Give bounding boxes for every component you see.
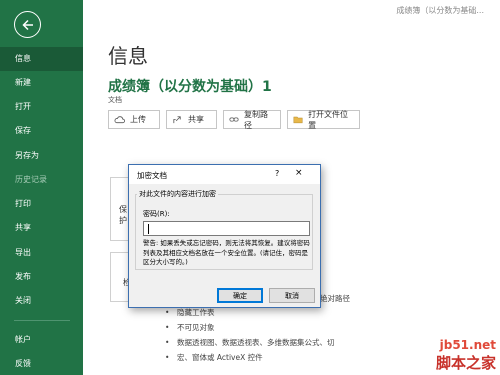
sidebar-item-share[interactable]: 共享 <box>0 216 83 240</box>
sidebar-item-print[interactable]: 打印 <box>0 192 83 216</box>
dialog-title: 加密文档 <box>137 171 167 180</box>
sidebar-item-save-as[interactable]: 另存为 <box>0 144 83 168</box>
ok-button[interactable]: 确定 <box>217 288 263 303</box>
upload-label: 上传 <box>130 115 146 124</box>
open-file-location-label: 打开文件位置 <box>308 109 349 130</box>
document-title: 成绩簿（以分数为基础）1 <box>108 79 272 95</box>
copy-path-button[interactable]: 复制路径 <box>223 109 281 130</box>
share-icon <box>173 116 181 124</box>
watermark-url: jb51.net <box>439 338 496 352</box>
info-toolbar: 上传 共享 复制路径 打开文件位置 <box>108 109 360 130</box>
sidebar-divider <box>14 320 70 321</box>
sidebar-item-account[interactable]: 帐户 <box>0 328 83 352</box>
text-caret <box>148 224 149 234</box>
sidebar-item-history[interactable]: 历史记录 <box>0 168 83 192</box>
sidebar-item-save[interactable]: 保存 <box>0 119 83 143</box>
sidebar-item-close[interactable]: 关闭 <box>0 289 83 313</box>
upload-button[interactable]: 上传 <box>108 110 160 129</box>
share-label: 共享 <box>188 115 204 124</box>
folder-icon <box>293 116 303 124</box>
cancel-button[interactable]: 取消 <box>269 288 315 303</box>
password-warning-text: 警告: 如果丢失或忘记密码，则无法将其恢复。建议将密码列表及其相应文档名放在一个… <box>143 239 310 266</box>
close-icon[interactable]: × <box>295 168 303 178</box>
sidebar-item-new[interactable]: 新建 <box>0 71 83 95</box>
sidebar-item-export[interactable]: 导出 <box>0 241 83 265</box>
cloud-upload-icon <box>114 116 125 124</box>
sidebar-item-feedback[interactable]: 反馈 <box>0 352 83 375</box>
backstage-sidebar: 信息 新建 打开 保存 另存为 历史记录 打印 共享 导出 发布 关闭 帐户 反… <box>0 0 83 375</box>
back-arrow-icon[interactable] <box>14 11 41 38</box>
page-title: 信息 <box>108 44 148 68</box>
watermark-brand: 脚本之家 <box>435 354 496 372</box>
site-watermark: jb51.net 脚本之家 <box>436 338 496 373</box>
encrypt-document-dialog: 加密文档 ? × 对此文件的内容进行加密 密码(R): 警告: 如果丢失或忘记密… <box>128 164 321 308</box>
password-input[interactable] <box>143 221 310 236</box>
open-file-location-button[interactable]: 打开文件位置 <box>287 109 360 130</box>
password-label: 密码(R): <box>143 210 170 218</box>
encrypt-group-label: 对此文件的内容进行加密 <box>137 189 218 199</box>
list-item: 数据透视图、数据透视表、多维数据集公式、切 <box>165 335 335 350</box>
sidebar-item-open[interactable]: 打开 <box>0 95 83 119</box>
list-item: 宏、窗体或 ActiveX 控件 <box>165 350 335 365</box>
copy-path-label: 复制路径 <box>243 109 268 130</box>
list-item: 不可见对象 <box>165 320 335 335</box>
help-icon[interactable]: ? <box>275 169 279 178</box>
link-icon <box>229 117 239 122</box>
dialog-titlebar: 加密文档 ? × <box>129 165 320 184</box>
sidebar-item-info[interactable]: 信息 <box>0 47 83 71</box>
share-button[interactable]: 共享 <box>166 110 217 129</box>
sidebar-item-publish[interactable]: 发布 <box>0 265 83 289</box>
window-title: 成绩簿（以分数为基础... <box>396 6 484 15</box>
document-subtitle: 文档 <box>108 96 122 104</box>
